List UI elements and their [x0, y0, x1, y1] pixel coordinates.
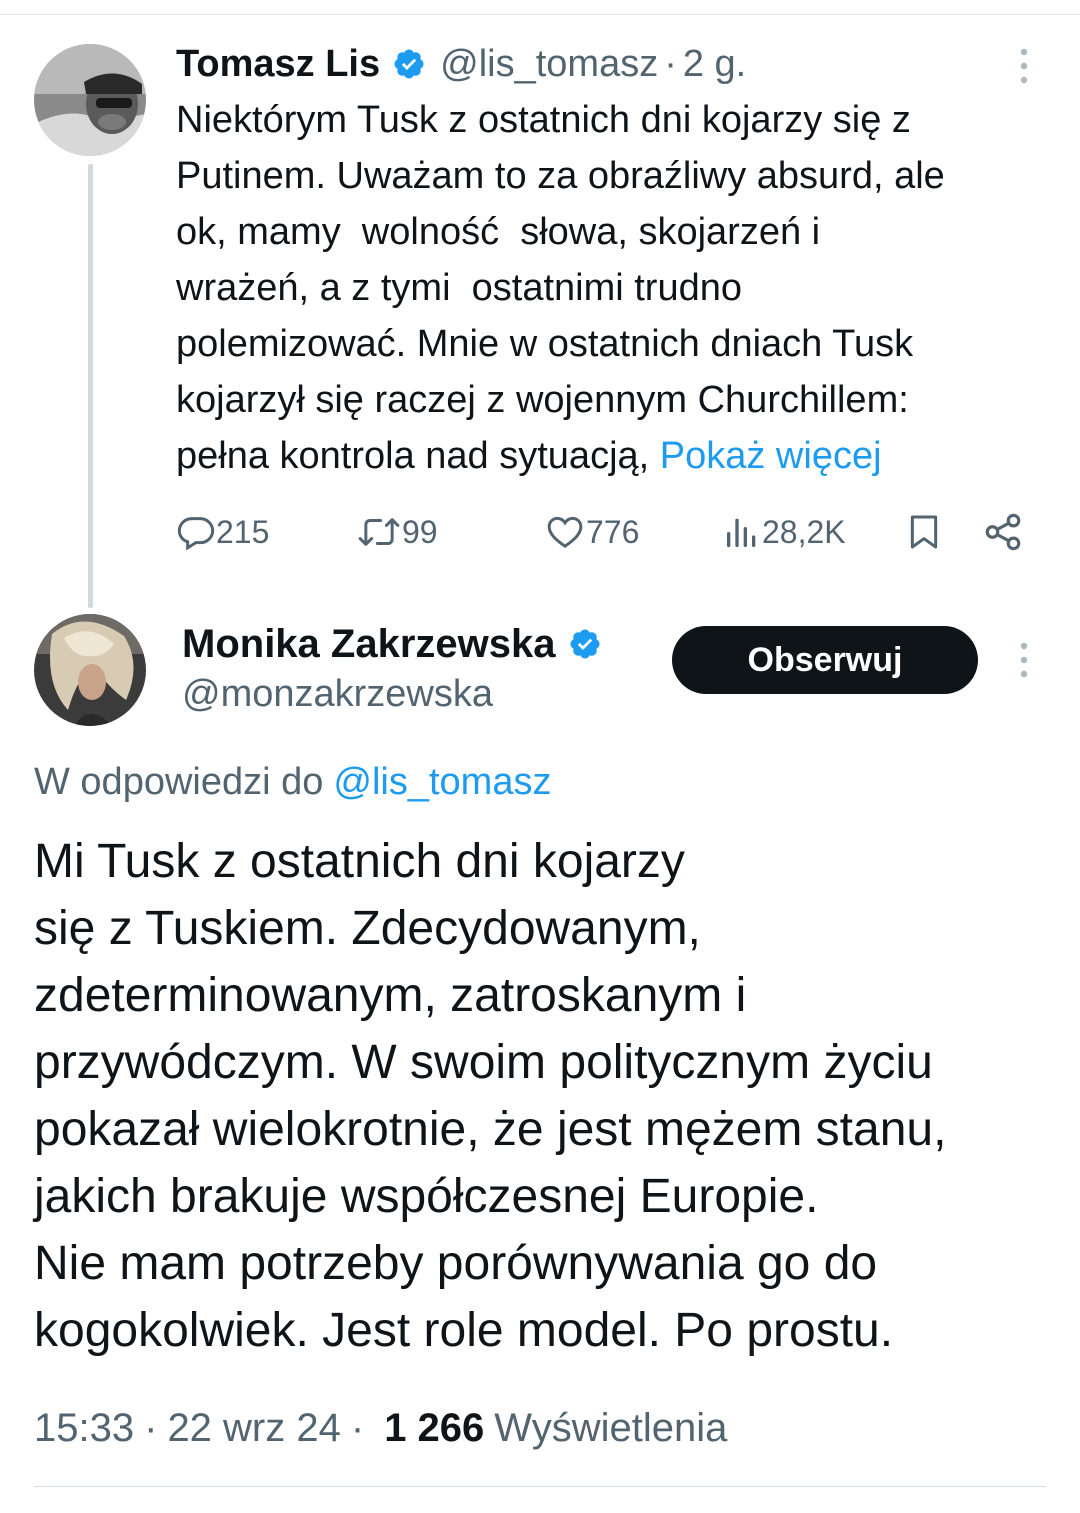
tweet-actions: 215 99 776 28,2K [176, 505, 1036, 559]
like-count: 776 [586, 513, 640, 550]
reply-icon [177, 517, 215, 551]
tweet-text-line: ok, mamy wolność słowa, skojarzeń i [176, 211, 821, 253]
separator: · [350, 1405, 365, 1450]
tweet-time[interactable]: 15:33 [34, 1406, 134, 1451]
author-name[interactable]: Tomasz Lis [176, 43, 380, 86]
tweet-text-line: polemizować. Mnie w ostatnich dniach Tus… [176, 323, 914, 365]
more-icon[interactable] [1004, 640, 1044, 680]
reply-tweet-text: Mi Tusk z ostatnich dni kojarzy się z Tu… [34, 828, 1054, 1364]
tweet-text-line: Nie mam potrzeby porównywania go do [34, 1237, 878, 1290]
views-icon [727, 518, 756, 547]
separator: · [144, 1405, 158, 1450]
tweet-text-line: Putinem. Uważam to za obraźliwy absurd, … [176, 155, 945, 197]
views-button[interactable]: 28,2K [722, 505, 846, 559]
reply-to-label: W odpowiedzi do [34, 760, 324, 803]
reply-button[interactable]: 215 [176, 505, 269, 559]
parent-tweet-header: Tomasz Lis @lis_tomasz · 2 g. [176, 38, 746, 90]
top-divider [0, 14, 1080, 15]
repost-icon [358, 518, 400, 546]
tweet-time[interactable]: 2 g. [683, 43, 746, 86]
repost-button[interactable]: 99 [356, 505, 438, 559]
tweet-text-line: wrażeń, a z tymi ostatnimi trudno [176, 267, 742, 309]
verified-badge-icon [568, 627, 602, 661]
follow-button[interactable]: Obserwuj [672, 626, 978, 694]
tweet-text-line: przywódczym. W swoim politycznym życiu [34, 1036, 933, 1089]
parent-tweet-text: Niektórym Tusk z ostatnich dni kojarzy s… [176, 92, 1056, 484]
views-count: 1 266 [384, 1405, 485, 1450]
share-icon [985, 513, 1021, 551]
tweet-text-line: pełna kontrola nad sytuacją, Pokaż więce… [176, 428, 1056, 484]
tweet-text-line: się z Tuskiem. Zdecydowanym, [34, 902, 701, 955]
tweet-metadata: 15:33 · 22 wrz 24 · 1 266 Wyświetlenia [34, 1400, 727, 1456]
author-handle[interactable]: @monzakrzewska [182, 670, 493, 718]
avatar[interactable] [34, 614, 146, 726]
author-handle[interactable]: @lis_tomasz [440, 43, 658, 86]
mention-link[interactable]: @lis_tomasz [333, 761, 551, 804]
like-button[interactable]: 776 [544, 505, 639, 559]
share-button[interactable] [982, 505, 1024, 559]
tweet-date[interactable]: 22 wrz 24 [167, 1406, 340, 1451]
verified-badge-icon [392, 47, 426, 81]
views-count: 28,2K [762, 513, 846, 550]
thread-line [88, 164, 93, 608]
more-icon[interactable] [1004, 46, 1044, 86]
heart-icon [547, 516, 583, 548]
show-more-link[interactable]: Pokaż więcej [660, 435, 882, 477]
views-label: Wyświetlenia [494, 1405, 728, 1450]
tweet-text-line: pokazał wielokrotnie, że jest mężem stan… [34, 1103, 947, 1156]
tweet-text-line: Mi Tusk z ostatnich dni kojarzy [34, 835, 685, 888]
tweet-text-line: Niektórym Tusk z ostatnich dni kojarzy s… [176, 99, 911, 141]
tweet-text-line: kogokolwiek. Jest role model. Po prostu. [34, 1304, 894, 1357]
tweet-text-line: zdeterminowanym, zatroskanym i [34, 969, 747, 1022]
bottom-divider [34, 1486, 1046, 1487]
reply-context: W odpowiedzi do @lis_tomasz [34, 756, 551, 808]
bookmark-icon [910, 515, 938, 549]
reply-count: 215 [216, 513, 270, 550]
reply-author-name: Monika Zakrzewska [182, 618, 602, 670]
author-name[interactable]: Monika Zakrzewska [182, 622, 556, 667]
avatar[interactable] [34, 44, 146, 156]
tweet-text-fragment: pełna kontrola nad sytuacją, [176, 435, 660, 477]
repost-count: 99 [402, 513, 438, 550]
separator: · [664, 42, 677, 85]
bookmark-button[interactable] [904, 505, 944, 559]
tweet-text-line: kojarzył się raczej z wojennym Churchill… [176, 379, 909, 421]
tweet-text-line: jakich brakuje współczesnej Europie. [34, 1170, 819, 1223]
